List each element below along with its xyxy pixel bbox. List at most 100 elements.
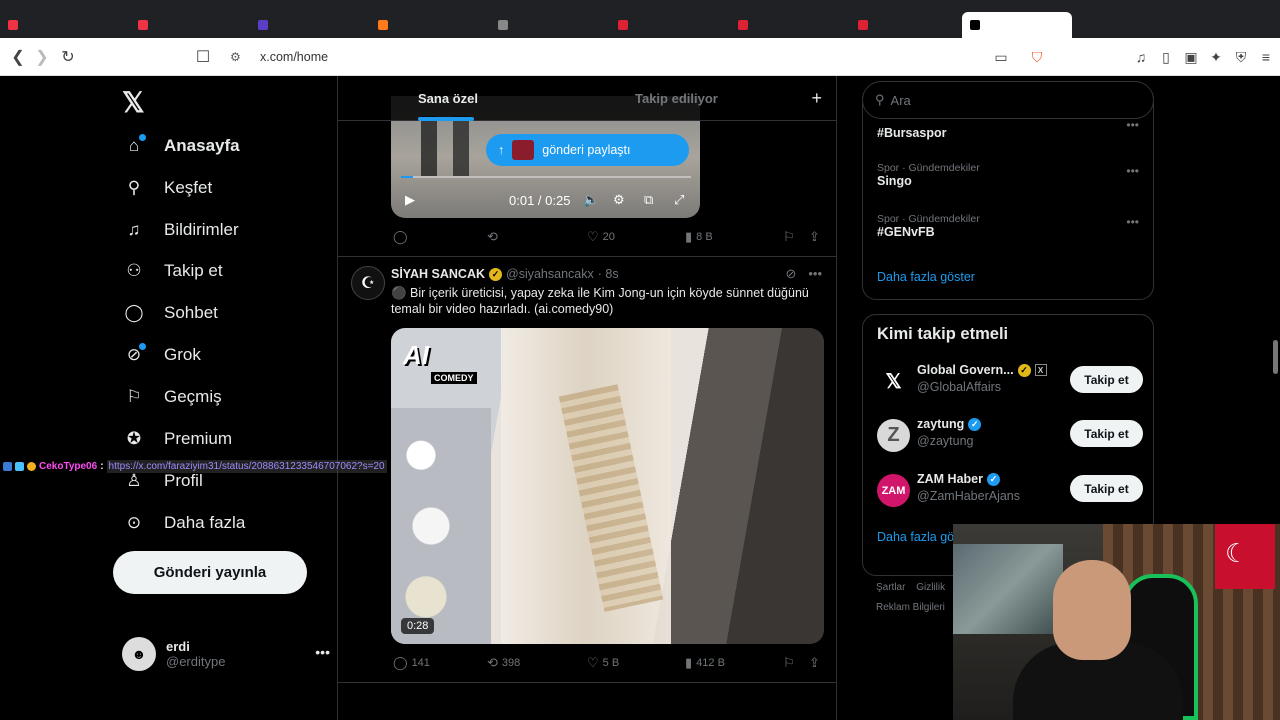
browser-tab[interactable] — [0, 12, 110, 38]
repost-button[interactable]: ⟲ — [487, 229, 502, 245]
video-progress[interactable] — [401, 176, 691, 178]
post-button[interactable]: Gönderi yayınla — [113, 551, 307, 594]
settings-icon[interactable]: ⚙ — [613, 192, 625, 208]
more-icon[interactable]: ••• — [315, 644, 330, 660]
more-icon[interactable]: ••• — [808, 266, 822, 282]
share-button[interactable]: ⇪ — [809, 229, 820, 245]
nav-bookmarks[interactable]: ⚐ Geçmiş — [122, 381, 222, 413]
share-icon: ⇪ — [809, 655, 820, 670]
views-button[interactable]: ▮ 8 B — [685, 229, 713, 245]
nav-chat[interactable]: ◯ Sohbet — [122, 297, 217, 329]
browser-tab[interactable] — [490, 12, 600, 38]
trend-item[interactable]: #Bursaspor — [877, 126, 946, 140]
sidebar-icon[interactable]: ▯ — [1157, 48, 1175, 66]
share-pill[interactable]: ↑ gönderi paylaştı — [486, 134, 689, 166]
follow-suggestion[interactable]: 𝕏 Global Govern... ✓ X @GlobalAffairs Ta… — [877, 361, 1143, 401]
x-logo-icon[interactable]: 𝕏 — [122, 86, 145, 119]
who-to-follow-show-more-link[interactable]: Daha fazla göst — [877, 530, 964, 544]
footer-link-privacy[interactable]: Gizlilik — [916, 582, 945, 593]
browser-tab[interactable] — [250, 12, 360, 38]
scrollbar-thumb[interactable] — [1273, 340, 1278, 374]
tweet-avatar[interactable]: ☪ — [351, 266, 385, 300]
bookmark-icon: ⚐ — [783, 229, 795, 244]
reply-button[interactable]: ◯ 141 — [393, 655, 430, 671]
site-info-icon[interactable]: ⚙ — [230, 50, 244, 64]
play-icon[interactable]: ▶ — [405, 192, 415, 208]
trend-item[interactable]: Spor · Gündemdekiler #GENvFB — [877, 213, 980, 239]
search-box[interactable]: ⚲ Ara — [862, 81, 1154, 119]
browser-tab-active[interactable] — [962, 12, 1072, 38]
search-input[interactable]: Ara — [891, 93, 911, 108]
trends-show-more-link[interactable]: Daha fazla göster — [877, 270, 975, 284]
more-icon[interactable]: ••• — [1126, 118, 1139, 132]
nav-grok[interactable]: ⊘ Grok — [122, 339, 201, 371]
views-button[interactable]: ▮ 412 B — [685, 655, 725, 671]
trend-item[interactable]: Spor · Gündemdekiler Singo — [877, 162, 980, 188]
suggestion-name-row: zaytung ✓ — [917, 417, 982, 431]
browser-tab[interactable] — [130, 12, 240, 38]
tab-following[interactable]: Takip ediliyor — [635, 91, 718, 106]
ai-sparkle-icon[interactable]: ✦ — [1207, 48, 1225, 66]
share-button[interactable]: ⇪ — [809, 655, 820, 671]
more-icon[interactable]: ••• — [1126, 215, 1139, 229]
video-frame-table — [391, 408, 491, 644]
grok-icon: ⊘ — [122, 343, 146, 367]
bookmark-button[interactable]: ⚐ — [783, 655, 795, 671]
webcam-person-head — [1053, 560, 1131, 660]
footer-link-terms[interactable]: Şartlar — [876, 582, 905, 593]
browser-tab[interactable] — [730, 12, 840, 38]
bookmark-button[interactable]: ⚐ — [783, 229, 795, 245]
bookmark-page-button[interactable]: ☐ — [193, 47, 213, 67]
follow-button[interactable]: Takip et — [1070, 420, 1143, 447]
nav-follow[interactable]: ⚇ Takip et — [122, 255, 222, 287]
add-tab-icon[interactable]: + — [811, 88, 822, 109]
forward-button[interactable]: ❯ — [32, 47, 52, 67]
views-count: 412 B — [696, 657, 725, 669]
tab-for-you[interactable]: Sana özel — [418, 91, 478, 106]
menu-icon[interactable]: ≡ — [1257, 48, 1275, 66]
footer-link-ads[interactable]: Reklam Bilgileri — [876, 602, 945, 613]
follow-suggestion[interactable]: Z zaytung ✓ @zaytung Takip et — [877, 415, 1143, 455]
like-button[interactable]: ♡ 20 — [587, 229, 615, 245]
reply-button[interactable]: ◯ — [393, 229, 412, 245]
nav-premium[interactable]: ✪ Premium — [122, 423, 232, 455]
nav-home[interactable]: ⌂ Anasayfa — [122, 130, 240, 162]
grok-icon[interactable]: ⊘ — [785, 266, 796, 282]
follow-button[interactable]: Takip et — [1070, 366, 1143, 393]
heart-icon: ♡ — [587, 229, 599, 244]
ai-logo-sub: COMEDY — [431, 372, 477, 384]
repost-button[interactable]: ⟲ 398 — [487, 655, 520, 671]
music-icon[interactable]: ♫ — [1132, 48, 1150, 66]
more-icon[interactable]: ••• — [1126, 164, 1139, 178]
follow-suggestion[interactable]: ZAM ZAM Haber ✓ @ZamHaberAjans Takip et — [877, 470, 1143, 510]
volume-icon[interactable]: 🔈 — [583, 192, 599, 208]
tweet-header: SİYAH SANCAK ✓ @siyahsancakx · 8s — [391, 267, 619, 281]
tweet-author-handle[interactable]: @siyahsancakx — [506, 267, 594, 281]
reload-button[interactable]: ↻ — [58, 47, 78, 67]
nav-more[interactable]: ⊙ Daha fazla — [122, 507, 245, 539]
nav-label: Geçmiş — [164, 387, 222, 406]
tweet-actions: ◯ 141 ⟲ 398 ♡ 5 B ▮ 412 B ⚐ ⇪ — [391, 653, 821, 673]
browser-tab[interactable] — [610, 12, 720, 38]
wallet-icon[interactable]: ▣ — [1182, 48, 1200, 66]
tweet-time[interactable]: · 8s — [598, 267, 619, 281]
url-bar[interactable]: ⚙ x.com/home — [222, 43, 982, 71]
pip-icon[interactable]: ⧉ — [644, 192, 653, 208]
like-button[interactable]: ♡ 5 B — [587, 655, 619, 671]
nav-label: Keşfet — [164, 178, 213, 197]
follow-button[interactable]: Takip et — [1070, 475, 1143, 502]
cast-icon[interactable]: ▭ — [992, 48, 1010, 66]
nav-notifications[interactable]: ♫ Bildirimler — [122, 214, 239, 246]
vpn-icon[interactable]: ⛨ — [1232, 48, 1250, 66]
tweet-video[interactable]: AI COMEDY 0:28 — [391, 328, 824, 644]
brave-shield-icon[interactable]: ⛉ — [1028, 48, 1046, 66]
account-switcher[interactable]: ☻ erdi @erditype ••• — [122, 634, 330, 674]
tab-favicon — [618, 20, 628, 30]
back-button[interactable]: ❮ — [8, 47, 28, 67]
fullscreen-icon[interactable]: ⤢ — [674, 192, 684, 208]
tweet-author-name[interactable]: SİYAH SANCAK — [391, 267, 485, 281]
browser-tab[interactable] — [370, 12, 480, 38]
premium-icon: ✪ — [126, 429, 142, 448]
nav-explore[interactable]: ⚲ Keşfet — [122, 172, 212, 204]
browser-tab[interactable] — [850, 12, 960, 38]
